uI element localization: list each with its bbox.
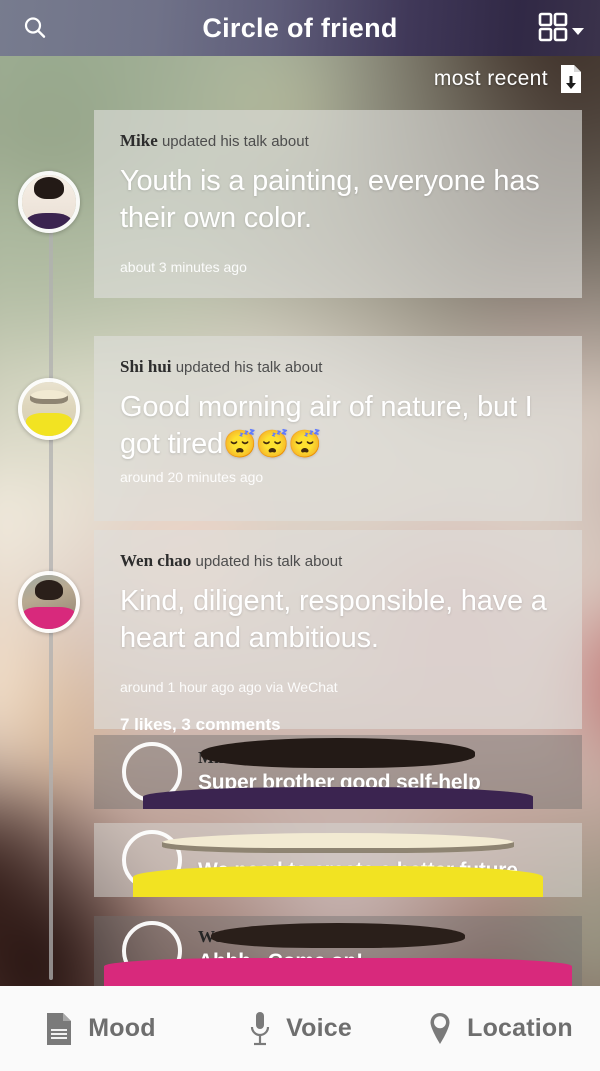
comment-avatar[interactable] [122,742,182,802]
search-button[interactable] [18,11,52,45]
post-emoji: 😴😴😴 [223,428,322,459]
timeline-avatar-mike[interactable] [18,171,80,233]
avatar-image [22,382,76,436]
document-mood-icon [47,1012,72,1045]
post-message: Youth is a painting, everyone has their … [120,164,540,234]
comment-row[interactable]: Mike wrote: Super brother good self-help [94,735,582,809]
comment-avatar[interactable] [122,830,182,890]
avatar-image [22,575,76,629]
post-message: Kind, diligent, responsible, have a hear… [120,584,547,654]
toolbar-label: Voice [286,1014,352,1042]
post-card[interactable]: Wen chao updated his talk about Kind, di… [94,530,582,734]
location-pin-icon [430,1012,450,1044]
toolbar-item-mood[interactable]: Mood [0,1011,200,1047]
avatar-image [22,175,76,229]
post-byline: Wen chao updated his talk about [120,551,556,571]
post-message: Good morning air of nature, but I got ti… [120,389,556,463]
search-icon [24,17,46,38]
toolbar-item-voice[interactable]: Voice [200,1010,400,1048]
toolbar-item-location[interactable]: Location [400,1011,600,1047]
comment-row[interactable]: Wen Chao wrote: Ahhh...Come on! [94,916,582,986]
post-byline: Shi hui updated his talk about [120,357,556,377]
comment-avatar[interactable] [122,921,182,981]
grid-view-icon [538,12,568,42]
bottom-toolbar: Mood Voice Location [0,986,600,1071]
post-action: updated his talk about [195,553,343,570]
post-author: Wen chao [120,551,192,570]
microphone-icon [250,1011,270,1045]
timeline-avatar-wen-chao[interactable] [18,571,80,633]
app-root: Circle of friend most recent Mike update… [0,0,600,1071]
post-message-text: Good morning air of nature, but I got ti… [120,390,533,460]
post-timestamp: around 1 hour ago ago via WeChat [120,678,338,695]
title-bar: Circle of friend [0,0,600,56]
post-author: Shi hui [120,357,172,376]
comment-row[interactable]: Shi hui wrote: We need to create a bette… [94,823,582,897]
document-download-icon [561,65,581,93]
post-byline: Mike updated his talk about [120,131,556,151]
sort-control[interactable]: most recent [434,63,584,95]
post-card[interactable]: Mike updated his talk about Youth is a p… [94,110,582,298]
toolbar-label: Mood [88,1014,156,1042]
post-action: updated his talk about [161,133,309,150]
post-timestamp: about 3 minutes ago [120,258,247,275]
post-author: Mike [120,131,158,150]
page-title: Circle of friend [202,12,398,43]
toolbar-label: Location [467,1014,573,1042]
post-action: updated his talk about [175,359,323,376]
timeline-avatar-shi-hui[interactable] [18,378,80,440]
post-stats[interactable]: 7 likes, 3 comments [120,715,556,735]
post-timestamp: around 20 minutes ago [120,468,264,485]
grid-view-button[interactable] [538,12,584,42]
chevron-down-icon [572,28,584,35]
post-card[interactable]: Shi hui updated his talk about Good morn… [94,336,582,521]
sort-label: most recent [433,67,548,90]
